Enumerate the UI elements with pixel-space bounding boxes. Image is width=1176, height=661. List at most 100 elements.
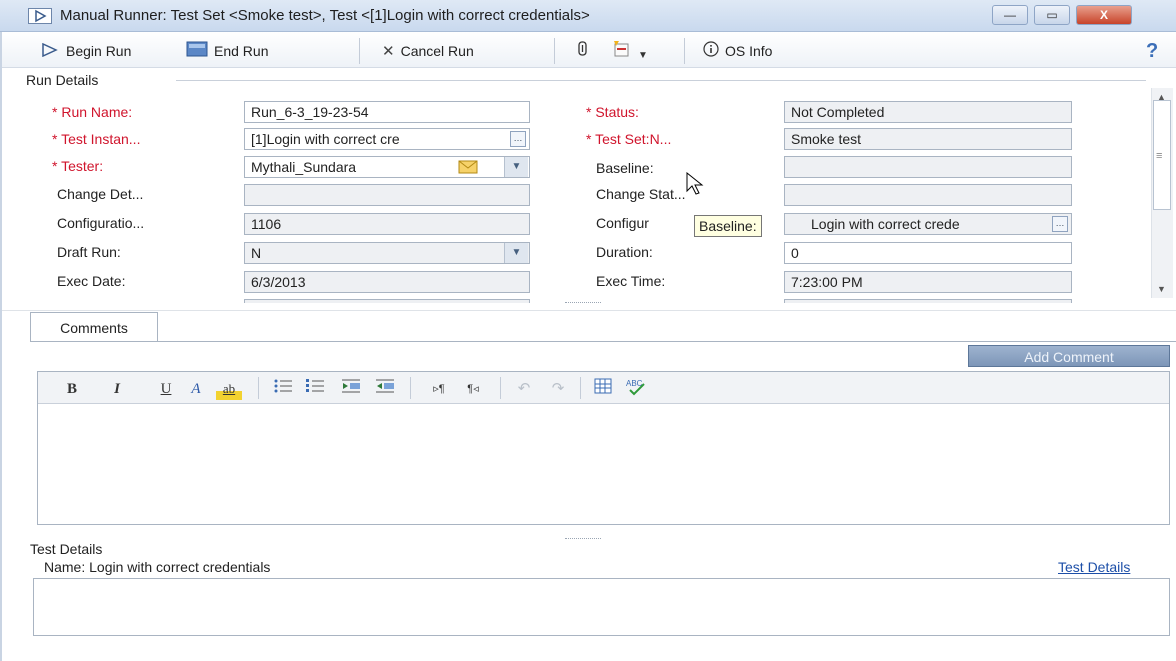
change-stat-input[interactable] <box>784 184 1072 206</box>
draft-run-value: N <box>251 245 262 261</box>
table-icon[interactable] <box>592 378 614 400</box>
cancel-icon: ✕ <box>382 43 395 61</box>
bold-button[interactable]: B <box>62 378 82 400</box>
new-dropdown-button[interactable]: ▼ <box>612 40 648 62</box>
pane-divider <box>0 310 1176 311</box>
runner-icon <box>28 8 52 27</box>
baseline-input[interactable] <box>784 156 1072 178</box>
tester-value: Mythali_Sundara <box>251 159 357 175</box>
draft-run-select[interactable]: N <box>244 242 530 264</box>
outdent-icon[interactable] <box>374 378 396 400</box>
section-divider <box>176 80 1146 81</box>
add-comment-button[interactable]: Add Comment <box>968 345 1170 367</box>
configuration-label: Configuratio... <box>57 215 145 231</box>
spellcheck-icon[interactable]: ABC <box>624 378 648 400</box>
change-det-input[interactable] <box>244 184 530 206</box>
scroll-down-arrow[interactable]: ▼ <box>1157 284 1166 294</box>
window-border <box>0 32 2 661</box>
change-det-label: Change Det... <box>57 186 144 202</box>
maximize-button[interactable]: ▭ <box>1034 5 1070 25</box>
window-title: Manual Runner: Test Set <Smoke test>, Te… <box>60 7 590 24</box>
end-run-button[interactable]: End Run <box>186 40 268 62</box>
mouse-cursor-icon <box>686 171 704 199</box>
cancel-run-label: Cancel Run <box>400 43 474 59</box>
tester-dropdown-button[interactable]: ▼ <box>504 157 528 177</box>
editor-separator <box>258 377 259 399</box>
test-details-header: Test Details <box>30 541 103 557</box>
status-input[interactable]: Not Completed <box>784 101 1072 123</box>
test-instance-label: * Test Instan... <box>52 131 141 147</box>
browse-button[interactable]: … <box>510 131 526 147</box>
duration-label: Duration: <box>596 244 653 260</box>
numbered-list-icon[interactable] <box>304 378 326 400</box>
cancel-run-button[interactable]: ✕ Cancel Run <box>382 40 474 62</box>
info-icon <box>703 41 719 63</box>
splitter-handle[interactable] <box>565 302 601 306</box>
italic-button[interactable]: I <box>108 378 126 400</box>
editor-separator <box>410 377 411 399</box>
highlight-button[interactable]: ab <box>216 378 242 400</box>
status-label: * Status: <box>586 104 639 120</box>
os-info-label: OS Info <box>725 43 773 59</box>
bullet-list-icon[interactable] <box>272 378 294 400</box>
mail-icon[interactable] <box>458 160 478 177</box>
end-run-label: End Run <box>214 43 269 59</box>
tester-field[interactable]: Mythali_Sundara <box>244 156 530 178</box>
font-color-button[interactable]: A <box>186 378 206 400</box>
partial-input <box>784 299 1072 303</box>
baseline-tooltip: Baseline: <box>694 215 762 237</box>
ltr-icon[interactable]: ▹¶ <box>424 378 454 400</box>
chevron-down-icon: ▼ <box>638 50 648 61</box>
tester-label: * Tester: <box>52 158 104 174</box>
toolbar-separator <box>684 38 685 64</box>
exec-date-label: Exec Date: <box>57 273 126 289</box>
baseline-label: Baseline: <box>596 160 654 176</box>
duration-input[interactable]: 0 <box>784 242 1072 264</box>
begin-run-label: Begin Run <box>66 43 132 59</box>
run-name-input[interactable]: Run_6-3_19-23-54 <box>244 101 530 123</box>
exec-time-input[interactable]: 7:23:00 PM <box>784 271 1072 293</box>
test-name-text: Name: Login with correct credentials <box>44 559 271 575</box>
test-set-input[interactable]: Smoke test <box>784 128 1072 150</box>
editor-separator <box>500 377 501 399</box>
stop-icon <box>186 41 208 63</box>
splitter-handle[interactable] <box>565 538 601 542</box>
toolbar-separator <box>554 38 555 64</box>
configur-field[interactable]: Login with correct crede <box>784 213 1072 235</box>
minimize-button[interactable]: — <box>992 5 1028 25</box>
change-stat-label: Change Stat... <box>596 186 686 202</box>
test-details-link[interactable]: Test Details <box>1058 559 1130 575</box>
attachment-button[interactable] <box>576 40 590 62</box>
tab-comments[interactable]: Comments <box>30 312 158 342</box>
os-info-button[interactable]: OS Info <box>703 40 772 62</box>
rtl-icon[interactable]: ¶◃ <box>458 378 488 400</box>
indent-icon[interactable] <box>340 378 362 400</box>
chevron-down-icon: ▼ <box>511 247 522 258</box>
partial-input <box>244 299 530 303</box>
exec-time-label: Exec Time: <box>596 273 666 289</box>
browse-button[interactable]: … <box>1052 216 1068 232</box>
toolbar-separator <box>359 38 360 64</box>
configur-label: Configur <box>596 215 649 231</box>
chevron-down-icon: ▼ <box>511 161 522 172</box>
test-set-label: * Test Set:N... <box>586 131 672 147</box>
configur-value: Login with correct crede <box>811 216 960 232</box>
draft-run-dropdown-button[interactable]: ▼ <box>504 243 528 263</box>
draft-run-label: Draft Run: <box>57 244 121 260</box>
test-instance-value: [1]Login with correct cre <box>251 131 400 147</box>
begin-run-button[interactable]: Begin Run <box>40 40 131 62</box>
paperclip-icon <box>576 41 590 61</box>
play-icon <box>40 41 60 63</box>
close-button[interactable]: X <box>1076 5 1132 25</box>
configuration-input[interactable]: 1106 <box>244 213 530 235</box>
undo-icon[interactable]: ↶ <box>512 378 536 400</box>
underline-button[interactable]: U <box>156 378 176 400</box>
exec-date-input[interactable]: 6/3/2013 <box>244 271 530 293</box>
help-icon[interactable]: ? <box>1146 40 1158 63</box>
run-details-header: Run Details <box>26 72 99 88</box>
test-description-area <box>33 578 1170 636</box>
redo-icon[interactable]: ↷ <box>546 378 570 400</box>
grip-icon: ≡ <box>1156 150 1163 162</box>
run-name-label: * Run Name: <box>52 104 133 120</box>
test-instance-field[interactable]: [1]Login with correct cre <box>244 128 530 150</box>
